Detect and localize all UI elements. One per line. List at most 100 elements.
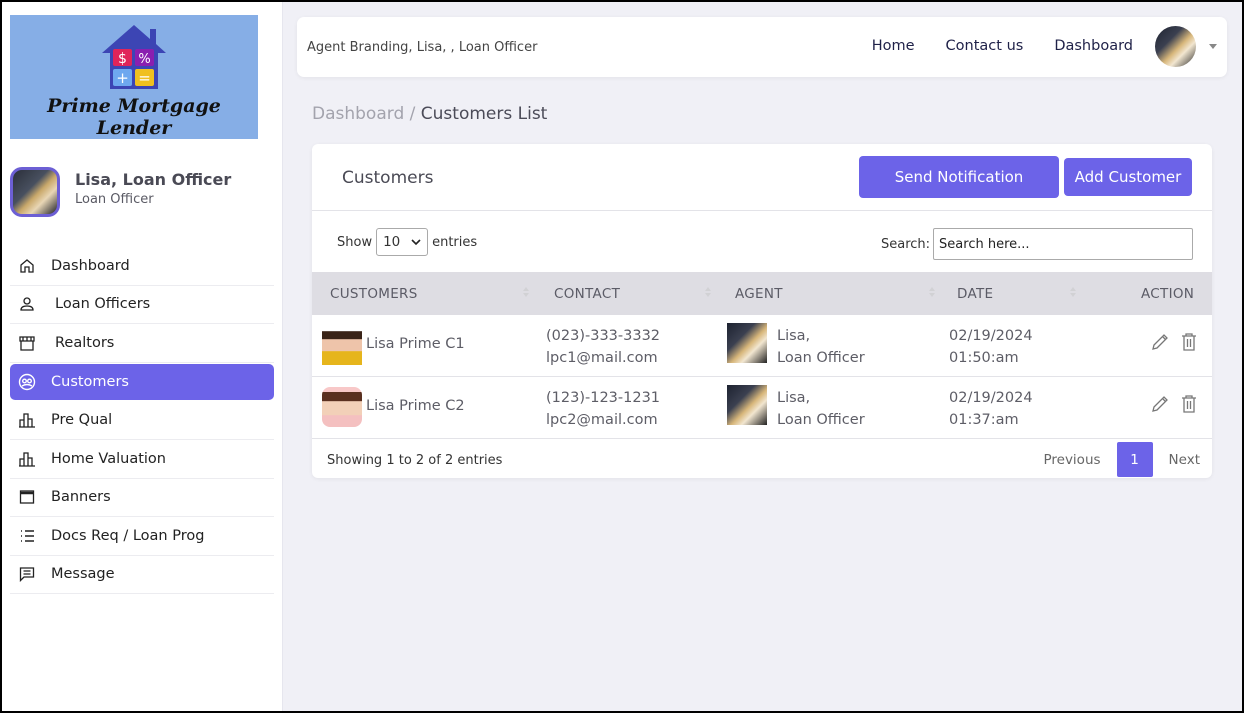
logo[interactable]: $ % + = Prime Mortgage Lender <box>10 15 258 139</box>
profile-role: Loan Officer <box>75 192 154 207</box>
sidebar-item-realtors[interactable]: Realtors <box>10 324 274 363</box>
sort-icon[interactable] <box>929 284 935 300</box>
house-calculator-icon: $ % + = <box>102 25 166 89</box>
nav-link-home[interactable]: Home <box>872 38 915 54</box>
agent-role: Loan Officer <box>777 350 865 366</box>
customer-email: lpc2@mail.com <box>546 412 658 428</box>
user-icon <box>16 295 38 313</box>
avatar <box>10 167 60 217</box>
sort-icon[interactable] <box>705 284 711 300</box>
sidebar-item-pre-qual[interactable]: Pre Qual <box>10 402 274 440</box>
agent-info: Lisa, Loan Officer <box>777 325 865 369</box>
sidebar-item-label: Customers <box>51 373 129 390</box>
customer-avatar <box>322 325 362 365</box>
pagination: Previous 1 Next <box>1031 442 1212 477</box>
send-notification-button[interactable]: Send Notification <box>859 156 1059 198</box>
chevron-down-icon <box>411 239 421 246</box>
svg-text:%: % <box>138 52 150 67</box>
customer-phone: (123)-123-1231 <box>546 390 661 406</box>
customer-avatar <box>322 387 362 427</box>
sidebar-item-home-valuation[interactable]: Home Valuation <box>10 440 274 479</box>
sidebar-item-label: Banners <box>51 489 111 506</box>
svg-text:$: $ <box>118 51 127 67</box>
agent-avatar <box>727 385 767 425</box>
customer-contact: (123)-123-1231 lpc2@mail.com <box>546 387 660 431</box>
breadcrumb-separator: / <box>404 104 421 124</box>
delete-trash-icon[interactable] <box>1179 394 1199 414</box>
customer-name: Lisa Prime C2 <box>366 398 465 414</box>
sort-icon[interactable] <box>523 284 529 300</box>
sidebar-item-message[interactable]: Message <box>10 556 274 594</box>
nav-link-contact-us[interactable]: Contact us <box>946 38 1024 54</box>
previous-page-button[interactable]: Previous <box>1031 452 1112 468</box>
table-row: Lisa Prime C2 (123)-123-1231 lpc2@mail.c… <box>312 377 1212 439</box>
customer-contact: (023)-333-3332 lpc1@mail.com <box>546 325 660 369</box>
date-value: 02/19/2024 <box>949 390 1033 406</box>
card-title: Customers <box>342 168 434 188</box>
search-input[interactable] <box>933 228 1194 260</box>
table-header: CUSTOMERS CONTACT AGENT DATE ACTION <box>312 272 1212 315</box>
app-frame: $ % + = Prime Mortgage Lender Lisa, Loan… <box>2 2 1242 711</box>
top-nav-links: Home Contact us Dashboard <box>872 38 1133 54</box>
customer-name: Lisa Prime C1 <box>366 336 465 352</box>
time-value: 01:50:am <box>949 350 1019 366</box>
search-control: Search: <box>881 228 1194 260</box>
add-customer-button[interactable]: Add Customer <box>1064 158 1192 196</box>
row-actions <box>1150 394 1199 414</box>
page-number-button[interactable]: 1 <box>1116 442 1153 477</box>
logo-text: Prime Mortgage Lender <box>47 95 221 139</box>
sidebar-item-label: Home Valuation <box>51 450 166 467</box>
table-info: Showing 1 to 2 of 2 entries <box>327 453 503 468</box>
nav-link-dashboard[interactable]: Dashboard <box>1054 38 1133 54</box>
next-page-button[interactable]: Next <box>1157 452 1212 468</box>
customer-email: lpc1@mail.com <box>546 350 658 366</box>
home-icon <box>16 257 38 275</box>
agent-name: Lisa, <box>777 328 811 344</box>
row-date: 02/19/2024 01:37:am <box>949 387 1033 431</box>
breadcrumb-parent[interactable]: Dashboard <box>312 104 404 124</box>
sidebar-nav: Dashboard Loan Officers Realtors Custome… <box>10 247 274 594</box>
profile-name: Lisa, Loan Officer <box>75 170 232 189</box>
sidebar-item-loan-officers[interactable]: Loan Officers <box>10 286 274 324</box>
customer-phone: (023)-333-3332 <box>546 328 661 344</box>
sidebar-item-label: Pre Qual <box>51 412 113 429</box>
list-icon <box>16 527 38 545</box>
column-header-action: ACTION <box>1141 286 1195 302</box>
sidebar-item-label: Loan Officers <box>55 296 151 313</box>
page-size-value: 10 <box>383 234 401 250</box>
column-header-date[interactable]: DATE <box>957 286 993 302</box>
window-icon <box>16 488 38 506</box>
page-size-control: Show 10 entries <box>337 228 477 256</box>
table-row: Lisa Prime C1 (023)-333-3332 lpc1@mail.c… <box>312 315 1212 377</box>
date-value: 02/19/2024 <box>949 328 1033 344</box>
agent-avatar <box>727 323 767 363</box>
customers-icon <box>16 373 38 391</box>
sort-icon[interactable] <box>1070 284 1076 300</box>
column-header-contact[interactable]: CONTACT <box>554 286 620 302</box>
user-profile: Lisa, Loan Officer Loan Officer <box>10 167 270 219</box>
page-size-select[interactable]: 10 <box>376 228 429 256</box>
sidebar-item-label: Message <box>51 566 115 583</box>
user-avatar[interactable] <box>1155 26 1196 67</box>
column-header-customers[interactable]: CUSTOMERS <box>330 286 418 302</box>
row-date: 02/19/2024 01:50:am <box>949 325 1033 369</box>
agent-branding: Agent Branding, Lisa, , Loan Officer <box>307 40 538 55</box>
sidebar-item-label: Dashboard <box>51 257 130 274</box>
edit-pencil-icon[interactable] <box>1150 332 1170 352</box>
sidebar-item-label: Realtors <box>55 334 115 351</box>
sidebar: $ % + = Prime Mortgage Lender Lisa, Loan… <box>2 2 283 711</box>
column-header-agent[interactable]: AGENT <box>735 286 783 302</box>
time-value: 01:37:am <box>949 412 1019 428</box>
agent-role: Loan Officer <box>777 412 865 428</box>
bar-chart-icon <box>16 411 38 429</box>
sidebar-item-banners[interactable]: Banners <box>10 479 274 517</box>
delete-trash-icon[interactable] <box>1179 332 1199 352</box>
svg-text:+: + <box>116 69 129 87</box>
edit-pencil-icon[interactable] <box>1150 394 1170 414</box>
sidebar-item-customers[interactable]: Customers <box>10 363 274 400</box>
caret-down-icon[interactable] <box>1209 44 1217 49</box>
sidebar-item-dashboard[interactable]: Dashboard <box>10 247 274 286</box>
sidebar-item-docs-req[interactable]: Docs Req / Loan Prog <box>10 517 274 556</box>
breadcrumb: Dashboard / Customers List <box>312 104 547 124</box>
bar-chart-icon <box>16 450 38 468</box>
